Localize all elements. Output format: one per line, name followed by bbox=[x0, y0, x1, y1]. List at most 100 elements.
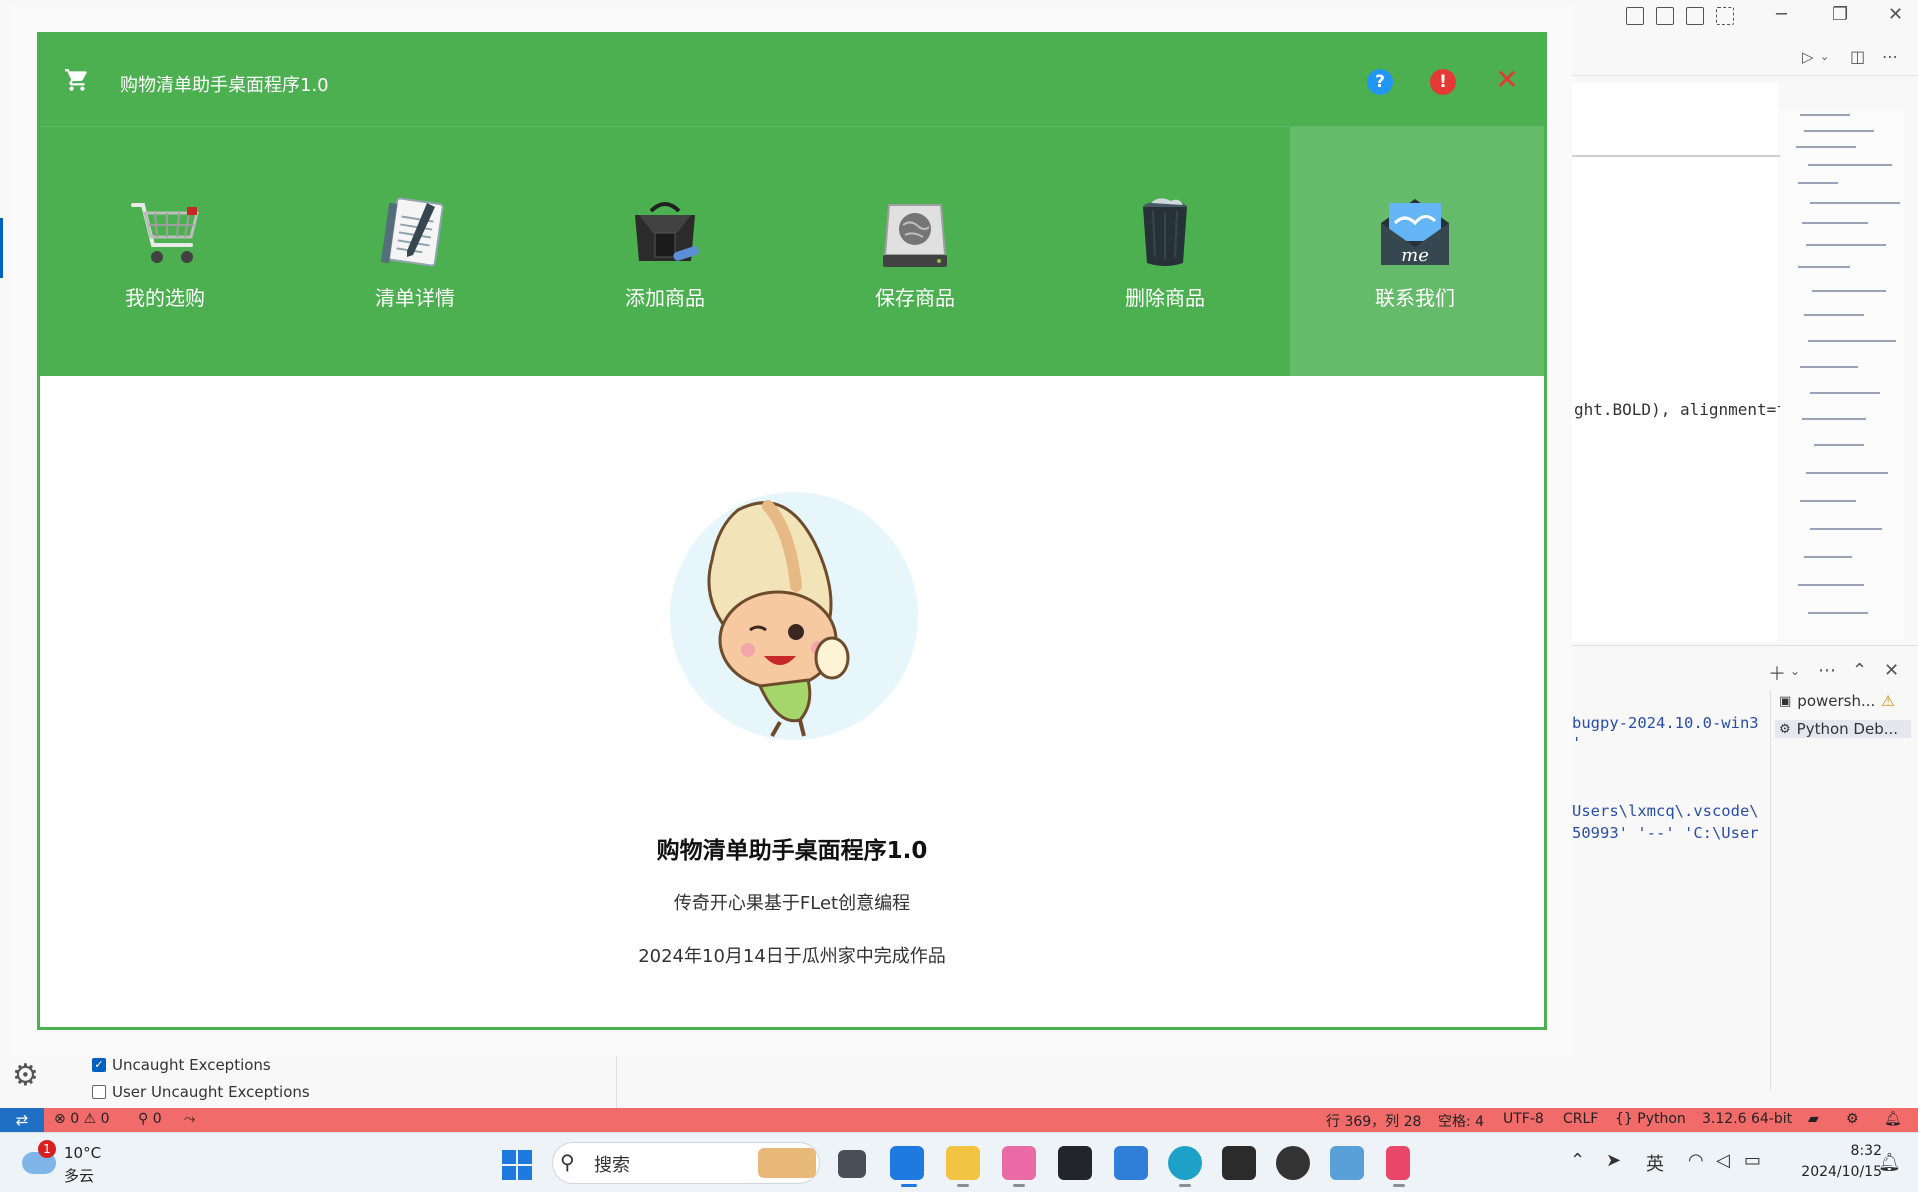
nav-save-item[interactable]: 保存商品 bbox=[790, 127, 1040, 377]
breakpoint-uncaught[interactable]: ✓ Uncaught Exceptions bbox=[92, 1056, 271, 1074]
clock-date[interactable]: 2024/10/15 bbox=[1786, 1164, 1882, 1180]
minimize-icon[interactable]: ─ bbox=[1776, 4, 1787, 26]
more-actions-icon[interactable]: ⋯ bbox=[1882, 46, 1898, 68]
indentation[interactable]: 空格: 4 bbox=[1438, 1111, 1484, 1131]
nav-contact-us[interactable]: me 联系我们 bbox=[1290, 127, 1544, 377]
info-button[interactable]: ! bbox=[1430, 69, 1456, 95]
code-editor[interactable] bbox=[1570, 82, 1778, 642]
split-editor-icon[interactable]: ◫ bbox=[1850, 46, 1865, 68]
search-placeholder: 搜索 bbox=[594, 1155, 630, 1176]
vscode-titlebar: ─ ❐ ✕ bbox=[1570, 0, 1918, 32]
search-highlight-image bbox=[758, 1148, 816, 1178]
terminal-line-3: 50993' '--' 'C:\User bbox=[1572, 824, 1759, 842]
search-icon: ⚲ bbox=[560, 1150, 575, 1174]
copilot-icon[interactable]: ▰ bbox=[1808, 1111, 1819, 1127]
panel-more-icon[interactable]: ⋯ bbox=[1818, 660, 1836, 681]
file-explorer-icon[interactable] bbox=[946, 1146, 980, 1180]
nav-label: 保存商品 bbox=[875, 286, 955, 310]
python-interpreter[interactable]: 3.12.6 64-bit bbox=[1702, 1111, 1792, 1127]
breakpoint-user-uncaught[interactable]: User Uncaught Exceptions bbox=[92, 1083, 310, 1101]
app-icon[interactable] bbox=[1276, 1146, 1310, 1180]
running-indicator bbox=[957, 1184, 969, 1187]
restore-icon[interactable]: ❐ bbox=[1832, 4, 1848, 26]
run-icon[interactable]: ▷ bbox=[1802, 46, 1814, 68]
vscode-taskbar-icon[interactable] bbox=[890, 1146, 924, 1180]
language-mode[interactable]: {} Python bbox=[1615, 1111, 1686, 1127]
snipping-tool-icon[interactable] bbox=[1002, 1146, 1036, 1180]
run-dropdown-icon[interactable]: ⌄ bbox=[1820, 46, 1829, 68]
minimap[interactable] bbox=[1780, 110, 1904, 640]
ime-indicator[interactable]: 英 bbox=[1646, 1150, 1664, 1176]
eol[interactable]: CRLF bbox=[1563, 1111, 1598, 1127]
notepad-taskbar-icon[interactable] bbox=[1114, 1146, 1148, 1180]
mail-icon: me bbox=[1381, 199, 1449, 266]
nav-delete-item[interactable]: 删除商品 bbox=[1040, 127, 1290, 377]
app-title: 购物清单助手桌面程序1.0 bbox=[120, 75, 329, 96]
location-icon[interactable]: ➤ bbox=[1606, 1150, 1621, 1171]
new-terminal-icon[interactable]: ＋ bbox=[1768, 660, 1786, 686]
trash-can-icon bbox=[1143, 198, 1187, 266]
terminal-tab-powershell[interactable]: ▣ powersh... ⚠ bbox=[1779, 692, 1895, 710]
show-hidden-icons-icon[interactable]: ⌃ bbox=[1570, 1150, 1585, 1171]
notepad-icon bbox=[380, 197, 444, 267]
encoding[interactable]: UTF-8 bbox=[1503, 1111, 1544, 1127]
notification-bell-icon[interactable]: 🔔︎ bbox=[1878, 1152, 1901, 1173]
weather-temp[interactable]: 10°C bbox=[64, 1144, 101, 1162]
task-view-icon[interactable] bbox=[838, 1150, 866, 1178]
about-subtitle: 传奇开心果基于FLet创意编程 bbox=[673, 893, 911, 914]
window-close-icon[interactable]: ✕ bbox=[1888, 4, 1903, 26]
cursor-position[interactable]: 行 369，列 28 bbox=[1326, 1111, 1421, 1131]
gear-icon[interactable]: ⚙ bbox=[12, 1058, 39, 1093]
battery-icon[interactable]: ▭ bbox=[1744, 1150, 1761, 1171]
code-line: ght.BOLD), alignment=f bbox=[1574, 400, 1786, 419]
close-button[interactable]: ✕ bbox=[1494, 65, 1520, 95]
edge-icon[interactable] bbox=[1168, 1146, 1202, 1180]
toggle-secondary-sidebar-icon[interactable] bbox=[1686, 7, 1704, 25]
errors-status[interactable]: ⊗ 0 ⚠ 0 bbox=[54, 1111, 109, 1127]
running-indicator bbox=[1179, 1184, 1191, 1187]
app-icon[interactable] bbox=[1058, 1146, 1092, 1180]
notifications-icon[interactable]: 🔔︎ bbox=[1884, 1111, 1902, 1127]
warning-icon: ⚠ bbox=[1881, 692, 1895, 710]
breakpoint-label: User Uncaught Exceptions bbox=[112, 1083, 310, 1101]
running-indicator bbox=[1393, 1184, 1405, 1187]
close-panel-icon[interactable]: ✕ bbox=[1884, 660, 1899, 681]
help-button[interactable]: ? bbox=[1367, 69, 1393, 95]
maximize-panel-icon[interactable]: ⌃ bbox=[1852, 660, 1867, 681]
terminal-line-1b: ' bbox=[1572, 734, 1582, 752]
windows-start-icon[interactable] bbox=[502, 1150, 532, 1180]
nav-label: 删除商品 bbox=[1125, 286, 1205, 310]
shopping-bag-icon bbox=[635, 202, 699, 261]
customize-layout-icon[interactable] bbox=[1716, 7, 1734, 25]
debug-status-icon[interactable]: ⤳ bbox=[184, 1111, 195, 1127]
shopping-cart-icon bbox=[131, 203, 199, 263]
activity-indicator bbox=[0, 218, 3, 278]
editor-toolbar: ▷ ⌄ ◫ ⋯ bbox=[1570, 40, 1918, 76]
checkbox-checked[interactable]: ✓ bbox=[92, 1058, 106, 1072]
toggle-panel-icon[interactable] bbox=[1656, 7, 1674, 25]
nav-list-details[interactable]: 清单详情 bbox=[290, 127, 540, 377]
app-icon[interactable] bbox=[1330, 1146, 1364, 1180]
nav-my-selection[interactable]: 我的选购 bbox=[40, 127, 290, 377]
clock-time[interactable]: 8:32 bbox=[1836, 1143, 1882, 1159]
terminal-tab-python-debug[interactable]: ⚙ Python Deb... bbox=[1775, 720, 1911, 738]
shopping-cart-icon bbox=[65, 69, 87, 91]
nav-add-item[interactable]: 添加商品 bbox=[540, 127, 790, 377]
wifi-icon[interactable]: ◠ bbox=[1688, 1150, 1704, 1171]
terminal-taskbar-icon[interactable] bbox=[1222, 1146, 1256, 1180]
close-icon: ✕ bbox=[1495, 63, 1519, 96]
volume-icon[interactable]: ◁ bbox=[1716, 1150, 1730, 1171]
terminal-list: ▣ powersh... ⚠ ⚙ Python Deb... bbox=[1770, 690, 1918, 1090]
breakpoint-label: Uncaught Exceptions bbox=[112, 1056, 271, 1074]
ports-status[interactable]: ⚲ 0 bbox=[138, 1111, 162, 1127]
toggle-primary-sidebar-icon[interactable] bbox=[1626, 7, 1644, 25]
weather-desc[interactable]: 多云 bbox=[64, 1165, 94, 1186]
flet-app-icon[interactable] bbox=[1386, 1146, 1410, 1180]
nav-label: 添加商品 bbox=[625, 286, 705, 310]
checkbox-unchecked[interactable] bbox=[92, 1085, 106, 1099]
feedback-icon[interactable]: ⚙ bbox=[1846, 1111, 1859, 1127]
remote-icon[interactable]: ⇄ bbox=[0, 1108, 44, 1132]
running-indicator bbox=[901, 1184, 917, 1187]
terminal-dropdown-icon[interactable]: ⌄ bbox=[1790, 664, 1800, 678]
warnings-count: 0 bbox=[100, 1111, 110, 1127]
